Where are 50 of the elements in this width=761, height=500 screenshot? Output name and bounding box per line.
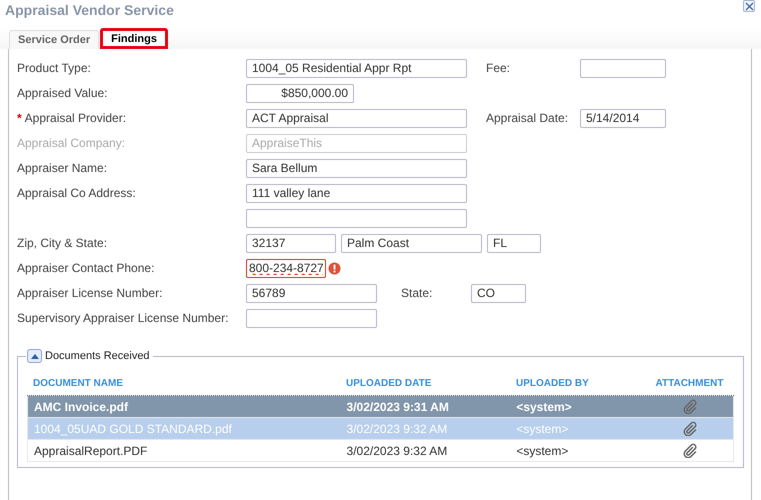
input-field[interactable]: 5/14/2014: [580, 108, 666, 128]
table-cell-text: AppraisalReport.PDF: [33, 444, 148, 458]
input-field[interactable]: 1004_05 Residential Appr Rpt: [246, 58, 467, 78]
table-cell-text: 1004_05UAD GOLD STANDARD.pdf: [33, 422, 233, 436]
tab[interactable]: Service Order: [9, 30, 100, 49]
table-cell-text: 3/02/2023 9:31 AM: [346, 400, 450, 414]
input-field[interactable]: 32137: [246, 234, 336, 252]
input-field[interactable]: Palm Coast: [341, 234, 482, 252]
field-label: Appraisal Company:: [17, 136, 126, 150]
input-field[interactable]: 111 valley lane: [246, 184, 467, 202]
field-label: Appraisal Co Address:: [17, 186, 136, 200]
input-field[interactable]: [246, 208, 467, 228]
section-title: Documents Received: [45, 350, 150, 362]
paperclip-icon[interactable]: [682, 421, 697, 436]
table-cell-text: AMC Invoice.pdf: [33, 400, 130, 414]
table-cell-text: 3/02/2023 9:32 AM: [346, 422, 448, 436]
input-field[interactable]: 56789: [246, 284, 377, 302]
input-field[interactable]: $850,000.00: [246, 84, 354, 102]
input-field[interactable]: Sara Bellum: [246, 158, 467, 178]
table-row[interactable]: AppraisalReport.PDF 3/02/2023 9:32 AM <system>: [27, 440, 734, 462]
field-label: Fee:: [486, 61, 512, 75]
required-marker: *: [17, 111, 22, 125]
window-title: Appraisal Vendor Service: [5, 2, 174, 18]
field-label: Appraisal Date:: [486, 111, 570, 125]
paperclip-icon[interactable]: [682, 399, 697, 414]
field-label: State:: [401, 286, 434, 300]
field-label: Appraisal Provider:: [24, 111, 126, 125]
field-label: Appraised Value:: [17, 86, 108, 100]
input-field[interactable]: FL: [487, 234, 541, 252]
table-cell-text: <system>: [515, 422, 570, 436]
input-field[interactable]: 800-234-8727: [246, 258, 326, 278]
field-label: Appraiser License Number:: [17, 286, 162, 300]
field-label: Appraiser Name:: [17, 161, 108, 175]
collapse-button[interactable]: [27, 349, 42, 363]
input-field[interactable]: CO: [471, 284, 526, 302]
field-label: Supervisory Appraiser License Number:: [17, 311, 228, 325]
caret-up-icon: [30, 354, 38, 358]
tab[interactable]: Findings: [100, 28, 168, 49]
table-cell-text: 3/02/2023 9:32 AM: [346, 444, 448, 458]
input-field[interactable]: ACT Appraisal: [246, 108, 467, 128]
input-field[interactable]: [246, 308, 377, 328]
table-cell-text: <system>: [515, 444, 570, 458]
paperclip-icon[interactable]: [682, 443, 697, 458]
field-label: Appraiser Contact Phone:: [17, 261, 154, 275]
input-field[interactable]: [580, 58, 666, 78]
field-label: Zip, City & State:: [17, 236, 108, 250]
table-cell-text: <system>: [515, 400, 573, 414]
close-button[interactable]: [743, 0, 755, 12]
error-icon: [328, 262, 341, 274]
field-label: Product Type:: [17, 61, 91, 75]
